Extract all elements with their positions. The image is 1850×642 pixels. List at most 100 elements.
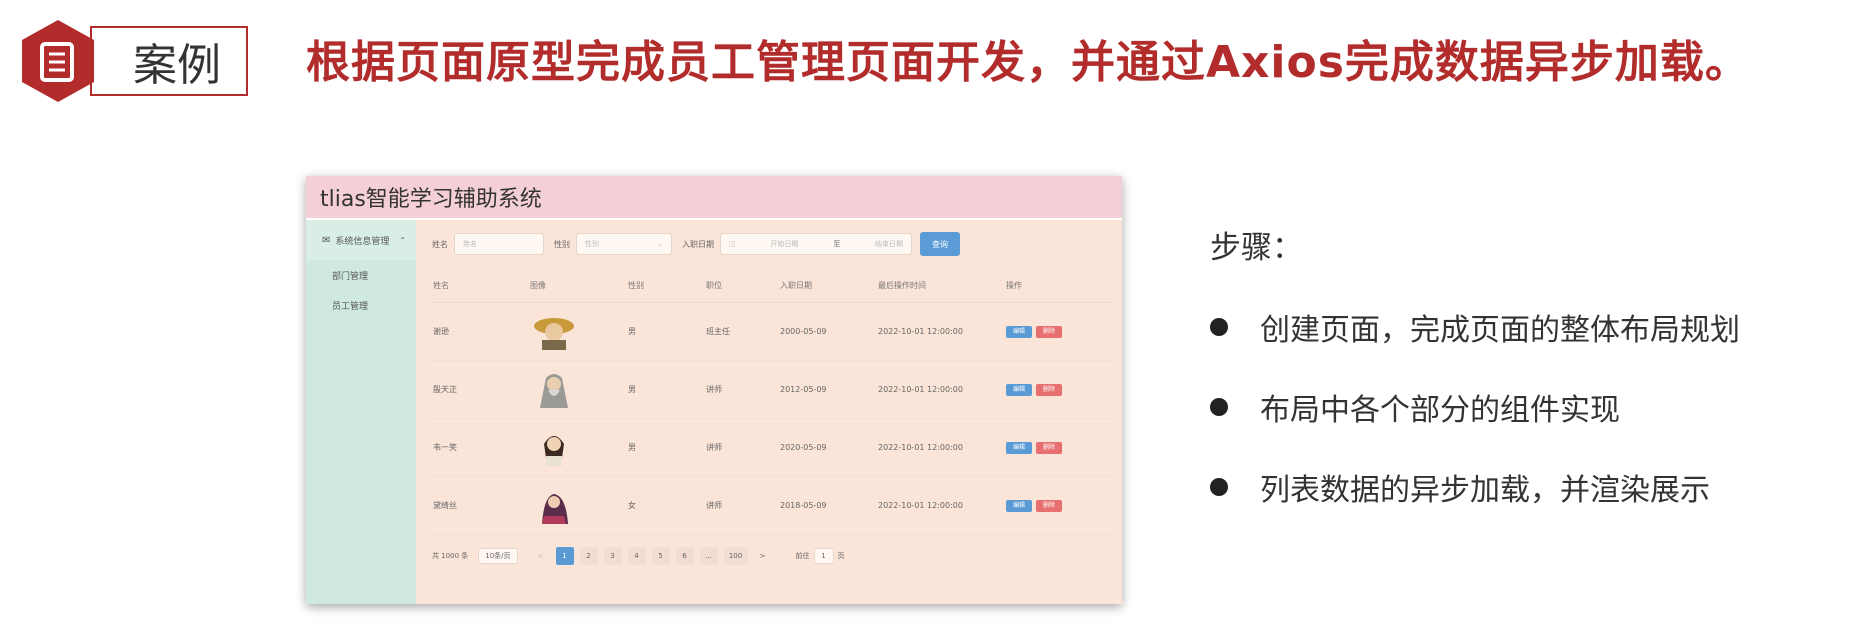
steps-title: 步骤：: [1210, 230, 1303, 266]
step-item: 布局中各个部分的组件实现: [1210, 391, 1740, 428]
sidebar-group-system[interactable]: ✉ 系统信息管理 ⌃: [306, 220, 416, 260]
bullet-icon: [1210, 398, 1228, 416]
table-row: 韦一笑 男 讲师 2020-05-09 2022-10-01 12:00:00 …: [432, 418, 1112, 477]
col-actions: 操作: [1005, 268, 1112, 303]
date-label: 入职日期: [682, 239, 714, 249]
cell-actions: 编辑 删除: [1005, 302, 1112, 361]
delete-button[interactable]: 删除: [1036, 325, 1062, 338]
table-row: 殷天正 男 讲师 2012-05-09 2022-10-01 12:00:00 …: [432, 360, 1112, 419]
bullet-icon: [1210, 478, 1228, 496]
pagination: 共 1000 条 10条/页 < 1 2 3 4 5 6 ... 100 > 前…: [432, 547, 1122, 565]
cell-name: 黛绮丝: [432, 476, 529, 535]
app-title: tlias智能学习辅助系统: [320, 187, 542, 212]
chevron-down-icon: ⌄: [657, 240, 663, 248]
cell-actions: 编辑 删除: [1005, 476, 1112, 535]
avatar: [529, 302, 627, 361]
col-gender: 性别: [627, 268, 705, 303]
name-label: 姓名: [432, 239, 448, 249]
step-text: 布局中各个部分的组件实现: [1260, 393, 1620, 428]
page-button[interactable]: 2: [579, 547, 598, 565]
cell-entry-date: 2012-05-09: [779, 360, 877, 419]
cell-position: 讲师: [705, 360, 779, 419]
sidebar-item-label: 部门管理: [332, 271, 369, 282]
table-row: 谢逊 男 班主任 2000-05-09 2022-10-01 12:00:00 …: [432, 302, 1112, 361]
delete-button[interactable]: 删除: [1036, 499, 1062, 512]
date-start-placeholder: 开始日期: [770, 240, 799, 248]
bullet-icon: [1210, 318, 1228, 336]
cell-actions: 编辑 删除: [1005, 418, 1112, 477]
goto-page: 前往 1 页: [796, 548, 845, 564]
col-name: 姓名: [432, 268, 529, 303]
page-button[interactable]: 3: [603, 547, 622, 565]
cell-update-time: 2022-10-01 12:00:00: [877, 360, 1005, 419]
table-row: 黛绮丝 女 讲师 2018-05-09 2022-10-01 12:00:00 …: [432, 476, 1112, 535]
cell-gender: 男: [627, 302, 705, 361]
delete-button[interactable]: 删除: [1036, 441, 1062, 454]
sidebar-item-label: 员工管理: [332, 301, 369, 312]
pagination-total: 共 1000 条: [432, 552, 469, 560]
date-range-picker[interactable]: ◫ 开始日期 至 结束日期: [720, 233, 912, 255]
cell-entry-date: 2018-05-09: [779, 476, 877, 535]
cell-name: 韦一笑: [432, 418, 529, 477]
gender-label: 性别: [554, 239, 570, 249]
cell-gender: 男: [627, 418, 705, 477]
cell-entry-date: 2020-05-09: [779, 418, 877, 477]
page-button[interactable]: 100: [723, 547, 748, 565]
edit-button[interactable]: 编辑: [1006, 325, 1032, 338]
edit-button[interactable]: 编辑: [1006, 383, 1032, 396]
col-update-time: 最后操作时间: [877, 268, 1005, 303]
goto-suffix: 页: [837, 552, 845, 560]
step-item: 列表数据的异步加载，并渲染展示: [1210, 471, 1740, 508]
page-title: 根据页面原型完成员工管理页面开发，并通过Axios完成数据异步加载。: [306, 37, 1750, 88]
steps-panel: 步骤： 创建页面，完成页面的整体布局规划 布局中各个部分的组件实现 列表数据的异…: [1210, 222, 1740, 551]
page-button[interactable]: 4: [627, 547, 646, 565]
main-content: 姓名 姓名 性别 性别 ⌄ 入职日期 ◫ 开始日期 至 结束日期 查询 姓名 图…: [418, 220, 1122, 604]
edit-button[interactable]: 编辑: [1006, 499, 1032, 512]
document-icon: [22, 20, 94, 102]
cell-gender: 女: [627, 476, 705, 535]
cell-actions: 编辑 删除: [1005, 360, 1112, 419]
gender-select[interactable]: 性别 ⌄: [576, 233, 672, 255]
cell-position: 班主任: [705, 302, 779, 361]
cell-entry-date: 2000-05-09: [779, 302, 877, 361]
avatar: [529, 476, 627, 535]
cell-update-time: 2022-10-01 12:00:00: [877, 418, 1005, 477]
prev-page-button[interactable]: <: [532, 547, 550, 565]
cell-update-time: 2022-10-01 12:00:00: [877, 476, 1005, 535]
gender-placeholder: 性别: [585, 240, 599, 248]
col-image: 图像: [529, 268, 627, 303]
page-ellipsis[interactable]: ...: [699, 547, 718, 565]
delete-button[interactable]: 删除: [1036, 383, 1062, 396]
goto-input[interactable]: 1: [813, 548, 834, 564]
chevron-up-icon: ⌃: [399, 235, 406, 245]
page-button[interactable]: 1: [555, 547, 574, 565]
avatar: [529, 418, 627, 477]
mail-icon: ✉: [322, 234, 331, 246]
name-placeholder: 姓名: [463, 240, 477, 248]
next-page-button[interactable]: >: [754, 547, 772, 565]
avatar: [529, 360, 627, 419]
sidebar-item-employee[interactable]: 员工管理: [306, 290, 416, 320]
date-end-placeholder: 结束日期: [874, 240, 903, 248]
name-input[interactable]: 姓名: [454, 233, 544, 255]
employee-table: 姓名 图像 性别 职位 入职日期 最后操作时间 操作 谢逊 男 班主任 2000…: [432, 268, 1112, 535]
step-item: 创建页面，完成页面的整体布局规划: [1210, 311, 1740, 348]
query-button[interactable]: 查询: [920, 232, 960, 256]
sidebar-item-department[interactable]: 部门管理: [306, 260, 416, 290]
edit-button[interactable]: 编辑: [1006, 441, 1032, 454]
cell-update-time: 2022-10-01 12:00:00: [877, 302, 1005, 361]
cell-name: 殷天正: [432, 360, 529, 419]
sidebar: ✉ 系统信息管理 ⌃ 部门管理 员工管理: [306, 220, 416, 604]
app-header: tlias智能学习辅助系统: [306, 176, 1122, 220]
case-label-text: 案例: [133, 40, 221, 91]
case-label: 案例: [90, 26, 248, 96]
cell-gender: 男: [627, 360, 705, 419]
cell-position: 讲师: [705, 418, 779, 477]
goto-label: 前往: [795, 552, 810, 560]
page-button[interactable]: 6: [675, 547, 694, 565]
step-text: 列表数据的异步加载，并渲染展示: [1260, 473, 1710, 508]
calendar-icon: ◫: [729, 240, 736, 248]
cell-position: 讲师: [705, 476, 779, 535]
page-size-select[interactable]: 10条/页: [478, 548, 518, 564]
page-button[interactable]: 5: [651, 547, 670, 565]
